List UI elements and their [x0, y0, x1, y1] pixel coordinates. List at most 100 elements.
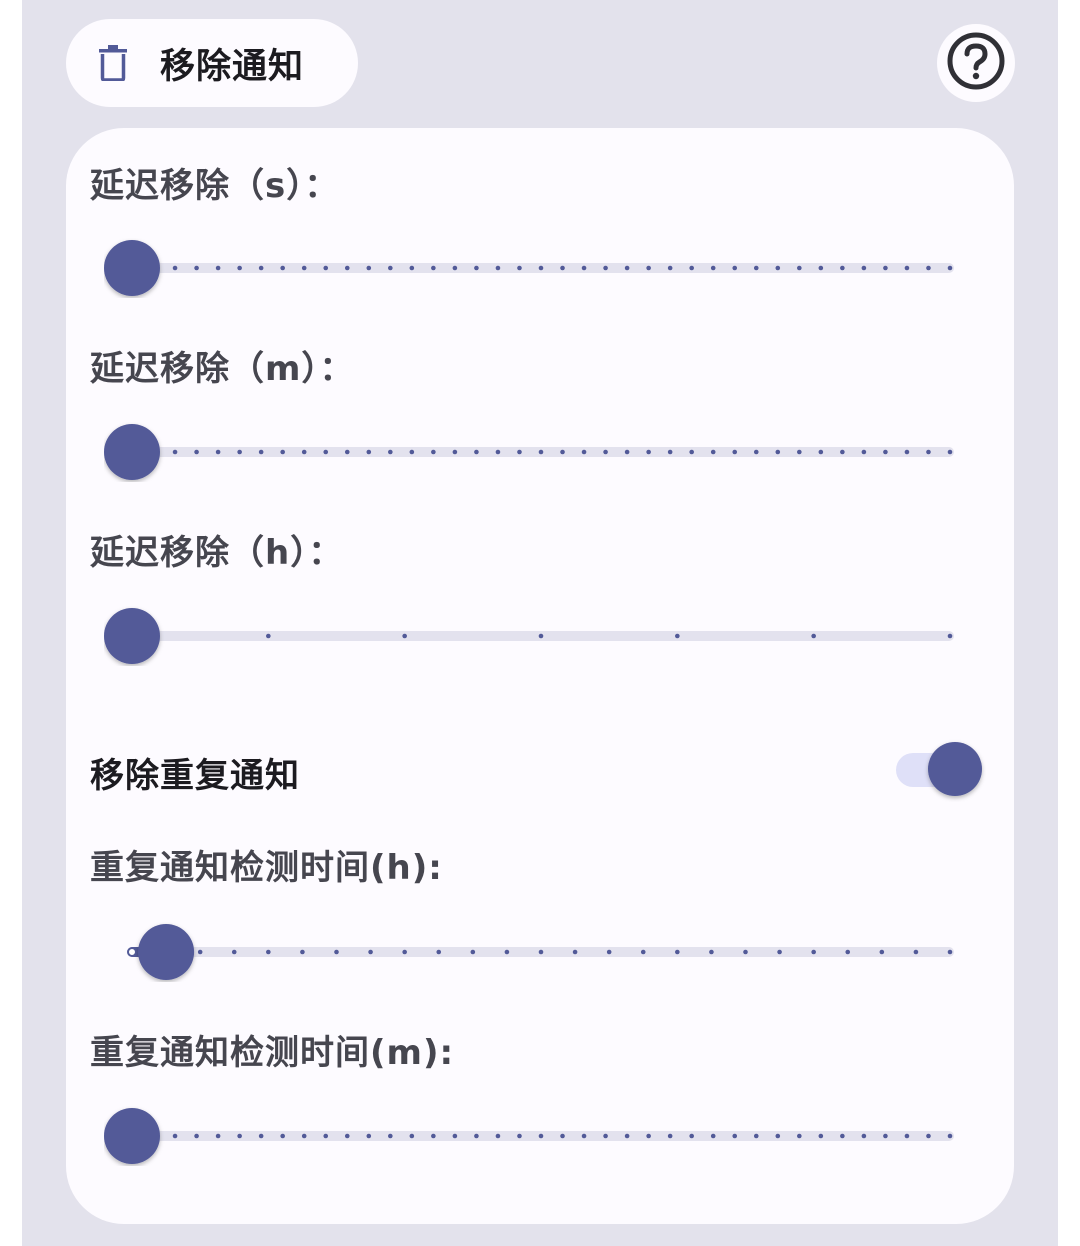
slider-tick — [818, 1133, 824, 1139]
delay-minutes-label: 延迟移除（m）： — [90, 349, 355, 389]
slider-tick — [913, 949, 919, 955]
slider-tick — [560, 449, 565, 455]
slider-tick — [624, 1133, 630, 1139]
slider-tick — [624, 265, 630, 271]
slider-tick — [861, 449, 867, 455]
slider-tick — [947, 449, 953, 455]
slider-tick — [301, 1133, 307, 1139]
slider-tick — [883, 449, 888, 455]
slider-thumb — [138, 924, 195, 980]
slider-tick — [926, 449, 931, 455]
slider-tick — [301, 265, 307, 271]
slider-tick — [172, 449, 178, 455]
slider-tick — [452, 265, 458, 271]
slider-tick — [904, 449, 910, 455]
slider-tick — [572, 949, 578, 955]
slider-tick — [388, 265, 393, 271]
slider-tick — [258, 449, 264, 455]
slider-tick — [366, 1133, 372, 1139]
slider-tick — [474, 265, 479, 271]
slider-tick — [777, 949, 782, 955]
slider-tick — [775, 1133, 781, 1139]
slider-tick — [753, 1133, 759, 1139]
slider-tick — [127, 947, 137, 957]
slider-tick — [775, 449, 781, 455]
duplicate-hours-slider[interactable] — [104, 922, 956, 982]
delay-minutes-slider[interactable] — [104, 422, 956, 482]
slider-thumb — [104, 608, 160, 664]
slider-tick — [495, 265, 501, 271]
slider-tick — [470, 949, 476, 955]
slider-tick — [883, 1133, 888, 1139]
chip-label: 移除通知 — [160, 46, 305, 87]
slider-tick — [215, 449, 221, 455]
slider-tick — [753, 265, 759, 271]
slider-tick — [504, 949, 510, 955]
slider-tick — [388, 449, 393, 455]
slider-tick — [818, 265, 824, 271]
slider-tick — [947, 1133, 953, 1139]
slider-tick — [667, 1133, 673, 1139]
slider-thumb — [104, 1108, 160, 1164]
slider-tick — [689, 449, 694, 455]
slider-tick — [431, 1133, 436, 1139]
help-button[interactable] — [937, 24, 1015, 102]
slider-tick — [581, 1133, 587, 1139]
slider-tick — [231, 949, 237, 955]
slider-tick — [344, 265, 350, 271]
slider-tick — [517, 1133, 522, 1139]
remove-duplicate-switch[interactable] — [894, 738, 986, 802]
slider-tick — [431, 449, 436, 455]
settings-card: 延迟移除（s）： 延迟移除（m）： 延迟移除（h）： 移除重复通知 重复通知检测… — [66, 128, 1014, 1224]
slider-tick — [237, 265, 242, 271]
slider-tick — [560, 265, 565, 271]
slider-tick — [266, 633, 271, 639]
slider-tick — [280, 1133, 285, 1139]
remove-duplicate-label: 移除重复通知 — [90, 756, 300, 796]
slider-tick — [640, 949, 646, 955]
slider-tick — [172, 265, 178, 271]
slider-thumb — [104, 424, 160, 480]
slider-tick — [323, 265, 329, 271]
slider-tick — [495, 449, 501, 455]
delay-seconds-slider[interactable] — [104, 238, 956, 298]
slider-tick — [904, 265, 910, 271]
slider-tick — [675, 633, 680, 639]
slider-tick — [409, 265, 415, 271]
slider-tick — [606, 949, 612, 955]
slider-tick — [879, 949, 885, 955]
slider-tick — [840, 265, 845, 271]
slider-tick — [603, 1133, 608, 1139]
slider-tick — [667, 449, 673, 455]
delay-hours-slider[interactable] — [104, 606, 956, 666]
slider-tick — [797, 265, 802, 271]
slider-tick — [689, 1133, 694, 1139]
slider-tick — [409, 449, 415, 455]
slider-tick — [258, 265, 264, 271]
slider-tick — [368, 949, 373, 955]
duplicate-minutes-slider[interactable] — [104, 1106, 956, 1166]
slider-tick — [753, 449, 759, 455]
slider-tick — [797, 1133, 802, 1139]
slider-tick — [818, 449, 824, 455]
slider-tick — [215, 265, 221, 271]
slider-tick — [840, 1133, 845, 1139]
slider-tick — [603, 449, 608, 455]
slider-tick — [237, 1133, 242, 1139]
slider-tick — [646, 449, 651, 455]
slider-tick — [197, 949, 203, 955]
slider-tick — [194, 1133, 199, 1139]
slider-tick — [710, 449, 716, 455]
slider-tick — [474, 1133, 479, 1139]
slider-tick — [366, 265, 372, 271]
slider-tick — [710, 265, 716, 271]
slider-tick — [538, 633, 544, 639]
slider-tick — [517, 265, 522, 271]
slider-tick — [334, 949, 339, 955]
slider-tick — [861, 1133, 867, 1139]
remove-notification-chip[interactable]: 移除通知 — [66, 19, 358, 107]
slider-tick — [710, 1133, 716, 1139]
slider-tick — [323, 1133, 329, 1139]
slider-tick — [581, 265, 587, 271]
slider-tick — [474, 449, 479, 455]
